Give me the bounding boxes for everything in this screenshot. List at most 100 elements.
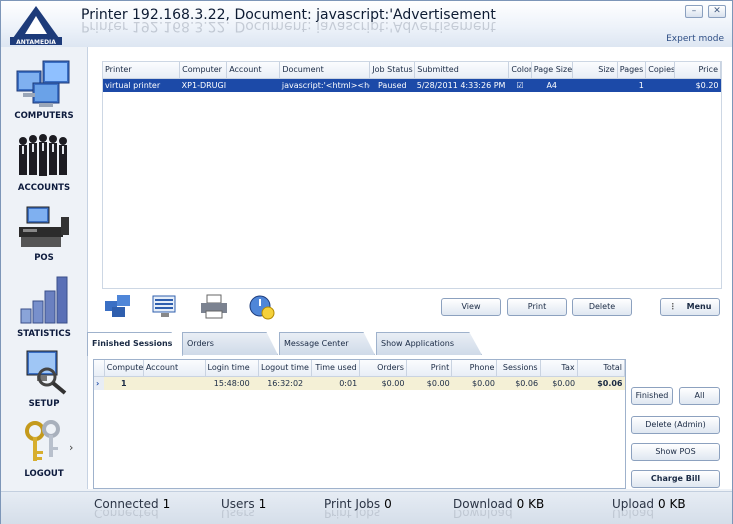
col-pages[interactable]: Pages (617, 62, 647, 79)
col-s-sessions[interactable]: Sessions (496, 360, 541, 377)
col-price[interactable]: Price (674, 62, 722, 79)
accounts-icon (19, 134, 67, 176)
table-row[interactable]: › 1 15:48:00 16:32:02 0:01 $0.00 $0.00 $… (94, 376, 625, 390)
col-job-status[interactable]: Job Status (369, 62, 416, 79)
statistics-icon (20, 276, 68, 324)
tab-finished-sessions[interactable]: Finished Sessions (87, 332, 183, 356)
menu-button[interactable]: ⋮ Menu (660, 298, 720, 316)
minimize-button[interactable]: – (685, 5, 703, 18)
status-download-label: Download (453, 497, 513, 511)
printer-icon[interactable] (199, 293, 229, 321)
col-s-time-used[interactable]: Time used (311, 360, 360, 377)
delete-admin-button[interactable]: Delete (Admin) (631, 416, 720, 434)
cell-s-tax: $0.00 (540, 376, 578, 390)
col-document[interactable]: Document (279, 62, 371, 79)
cell-s-sessions: $0.06 (496, 376, 541, 390)
cell-s-phone: $0.00 (451, 376, 497, 390)
finished-sessions-table: Computer Account Login time Logout time … (93, 359, 626, 489)
col-s-orders[interactable]: Orders (359, 360, 407, 377)
cell-s-logout: 16:32:02 (258, 376, 312, 390)
col-copies[interactable]: Copies (645, 62, 675, 79)
status-users: Users 1 (221, 497, 266, 511)
cell-s-print: $0.00 (406, 376, 452, 390)
status-jobs-value: 0 (384, 497, 392, 511)
menu-button-label: Menu (686, 302, 712, 311)
application-window: ANTAMEDIA Printer 192.168.3.22, Document… (0, 0, 733, 524)
nav-more-arrow[interactable]: › (69, 441, 73, 454)
cell-page-size: A4 (531, 78, 573, 92)
col-page-size[interactable]: Page Size (531, 62, 573, 79)
monitor-list-icon[interactable] (151, 293, 181, 321)
col-submitted[interactable]: Submitted (414, 62, 510, 79)
col-s-computer[interactable]: Computer (104, 360, 144, 377)
cell-color-checkbox[interactable]: ☑ (508, 78, 532, 92)
nav-statistics[interactable]: STATISTICS (5, 273, 83, 341)
col-s-phone[interactable]: Phone (451, 360, 498, 377)
nav-accounts[interactable]: ACCOUNTS (5, 131, 83, 199)
nav-pos[interactable]: POS (5, 203, 83, 271)
finished-button[interactable]: Finished (631, 387, 673, 405)
col-s-logout-time[interactable]: Logout time (258, 360, 313, 377)
nav-setup[interactable]: SETUP (5, 347, 83, 415)
close-button[interactable]: ✕ (708, 5, 726, 18)
expert-mode-link[interactable]: Expert mode (666, 34, 724, 44)
col-printer[interactable]: Printer (103, 62, 181, 79)
col-size[interactable]: Size (572, 62, 618, 79)
cell-s-total: $0.06 (577, 376, 625, 390)
row-marker-icon: › (94, 376, 105, 390)
status-jobs-label: Print Jobs (324, 497, 381, 511)
cell-pages: 1 (617, 78, 646, 92)
cell-submitted: 5/28/2011 4:33:26 PM (414, 78, 509, 92)
nav-computers[interactable]: COMPUTERS (5, 57, 83, 125)
col-s-account[interactable]: Account (143, 360, 206, 377)
charge-bill-button[interactable]: Charge Bill (631, 470, 720, 488)
show-pos-button[interactable]: Show POS (631, 443, 720, 461)
status-reflection-jobs: Print Jobs (324, 510, 381, 520)
computers-toolbar-icon[interactable] (103, 293, 133, 321)
nav-label-logout: LOGOUT (24, 469, 64, 479)
nav-label-statistics: STATISTICS (17, 329, 71, 339)
print-button[interactable]: Print (507, 298, 567, 316)
cell-s-account (143, 376, 205, 390)
table-row[interactable]: virtual printer XP1-DRUGI javascript:'<h… (103, 78, 721, 92)
col-account[interactable]: Account (226, 62, 281, 79)
status-users-label: Users (221, 497, 255, 511)
menu-dots-icon: ⋮ (668, 302, 677, 311)
status-connected-value: 1 (162, 497, 171, 511)
tab-message-center[interactable]: Message Center (279, 332, 375, 355)
cell-s-orders: $0.00 (359, 376, 407, 390)
cell-s-used: 0:01 (311, 376, 360, 390)
col-s-tax[interactable]: Tax (540, 360, 578, 377)
status-print-jobs: Print Jobs 0 (324, 497, 392, 511)
col-s-total[interactable]: Total (577, 360, 626, 377)
left-navigation: COMPUTERS ACCOUNTS POS STATISTICS SETUP … (1, 49, 87, 489)
status-upload: Upload 0 KB (612, 497, 686, 511)
view-button[interactable]: View (441, 298, 501, 316)
cell-price: $0.20 (674, 78, 721, 92)
col-color[interactable]: Color (508, 62, 532, 79)
status-connected-label: Connected (94, 497, 159, 511)
pos-icon (19, 206, 69, 247)
window-title: Printer 192.168.3.22, Document: javascri… (81, 7, 496, 23)
status-reflection-users: Users (221, 510, 255, 520)
status-reflection-connected: Connected (94, 510, 159, 520)
tab-orders[interactable]: Orders (182, 332, 278, 355)
print-jobs-table: Printer Computer Account Document Job St… (102, 61, 722, 289)
tab-show-applications[interactable]: Show Applications (376, 332, 482, 355)
status-bar: Connected 1 Users 1 Print Jobs 0 Download 0 … (1, 491, 732, 524)
cell-s-login: 15:48:00 (205, 376, 259, 390)
all-button[interactable]: All (679, 387, 720, 405)
col-s-print[interactable]: Print (406, 360, 453, 377)
nav-label-accounts: ACCOUNTS (17, 183, 71, 193)
col-computer[interactable]: Computer (179, 62, 228, 79)
col-s-login-time[interactable]: Login time (205, 360, 259, 377)
print-jobs-header: Printer Computer Account Document Job St… (103, 62, 722, 79)
window-title-reflection: Printer 192.168.3.22, Document: javascri… (81, 22, 496, 34)
clock-smiley-icon[interactable] (247, 293, 277, 321)
antamedia-logo: ANTAMEDIA (7, 4, 65, 46)
computers-icon (16, 60, 70, 107)
cell-account (226, 78, 280, 92)
sessions-header: Computer Account Login time Logout time … (94, 360, 626, 377)
delete-button[interactable]: Delete (572, 298, 632, 316)
col-row-marker (94, 360, 105, 377)
